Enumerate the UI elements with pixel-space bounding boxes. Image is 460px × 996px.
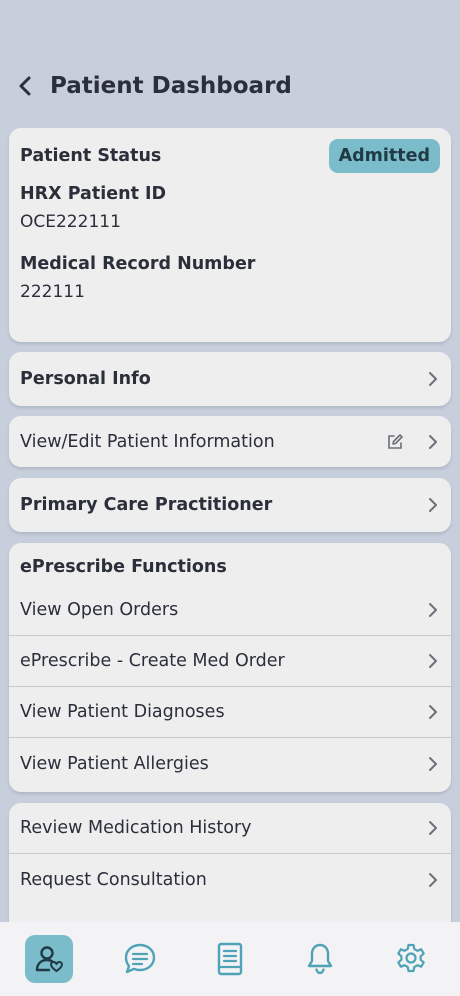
mrn-value: 222111 [20,282,85,302]
list-item-label: Request Consultation [20,869,207,890]
list-item-view-diagnoses[interactable]: View Patient Diagnoses [9,687,451,738]
eprescribe-card: ePrescribe Functions View Open Orders eP… [9,543,451,792]
chevron-right-icon [426,652,440,670]
list-item-medication-history[interactable]: Review Medication History [9,803,451,854]
list-item-view-allergies[interactable]: View Patient Allergies [9,738,451,789]
chevron-right-icon [426,755,440,773]
bell-icon [308,943,333,975]
gear-icon [396,943,425,973]
page-title: Patient Dashboard [50,73,292,99]
document-icon [217,942,243,976]
edit-icon[interactable] [386,433,404,451]
chevron-right-icon [426,819,440,837]
chevron-right-icon [426,496,440,514]
nav-messages[interactable] [116,935,164,983]
hrx-id-label: HRX Patient ID [20,184,167,204]
patient-icon [35,946,64,973]
bottom-navigation [0,922,460,996]
list-item-label: Review Medication History [20,818,252,838]
patient-dashboard-screen: Patient Dashboard Patient Status Admitte… [0,0,460,996]
list-item-view-open-orders[interactable]: View Open Orders [9,585,451,636]
list-item-label: View Patient Diagnoses [20,702,225,722]
nav-settings[interactable] [387,935,435,983]
pcp-label: Primary Care Practitioner [20,495,273,515]
chat-icon [124,943,155,974]
nav-documents[interactable] [206,935,254,983]
view-edit-patient-row[interactable]: View/Edit Patient Information [9,416,451,467]
view-edit-label: View/Edit Patient Information [20,431,275,452]
list-item-label: ePrescribe - Create Med Order [20,651,285,671]
nav-notifications[interactable] [296,935,344,983]
chevron-left-icon [19,76,31,96]
primary-care-practitioner-row[interactable]: Primary Care Practitioner [9,478,451,532]
patient-status-card: Patient Status Admitted HRX Patient ID O… [9,128,451,342]
mrn-label: Medical Record Number [20,254,256,274]
hrx-id-value: OCE222111 [20,212,121,232]
chevron-right-icon [426,601,440,619]
patient-status-label: Patient Status [20,146,162,166]
chevron-right-icon [426,703,440,721]
back-button[interactable] [18,72,38,100]
personal-info-row[interactable]: Personal Info [9,352,451,406]
nav-patient[interactable] [25,935,74,983]
list-item-label: View Patient Allergies [20,753,209,774]
personal-info-label: Personal Info [20,369,151,389]
chevron-right-icon [426,871,440,889]
eprescribe-title: ePrescribe Functions [20,557,227,577]
chevron-right-icon [426,433,440,451]
header: Patient Dashboard [18,72,292,100]
list-item-request-consultation[interactable]: Request Consultation [9,854,451,905]
status-badge: Admitted [328,139,440,173]
chevron-right-icon [426,370,440,388]
list-item-create-med-order[interactable]: ePrescribe - Create Med Order [9,636,451,687]
list-item-label: View Open Orders [20,600,179,620]
